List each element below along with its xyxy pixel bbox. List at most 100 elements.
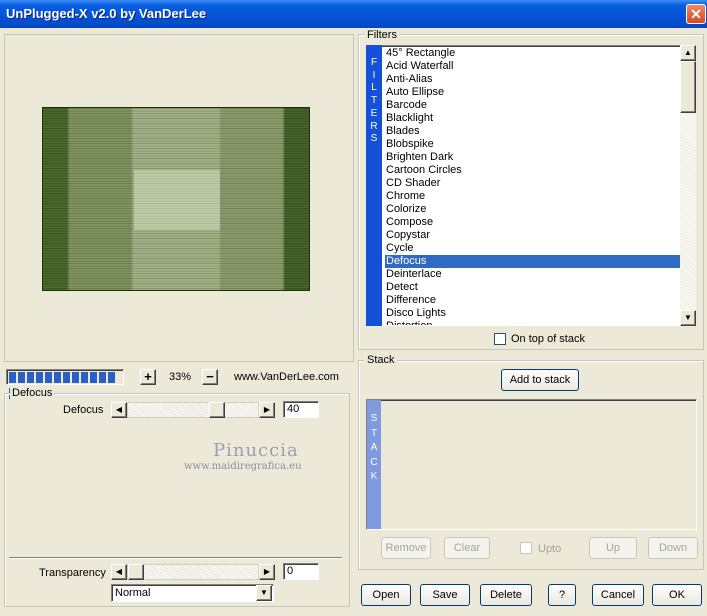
filter-item[interactable]: Difference (385, 294, 682, 307)
scroll-thumb[interactable] (680, 61, 696, 113)
progress-segment (54, 372, 61, 383)
close-button[interactable]: ✕ (686, 4, 706, 24)
filter-item[interactable]: Barcode (385, 99, 682, 112)
filters-strip: FILTERS (366, 45, 382, 326)
stack-group-title: Stack (365, 354, 397, 366)
filter-item[interactable]: Copystar (385, 229, 682, 242)
watermark-name: Pinuccia (213, 440, 299, 461)
filter-item[interactable]: Defocus (385, 255, 682, 268)
filters-strip-letter: R (370, 120, 378, 132)
progress-segment (9, 372, 16, 383)
filter-item[interactable]: Colorize (385, 203, 682, 216)
transparency-slider[interactable] (127, 564, 259, 580)
defocus-increase-button[interactable]: ▶ (259, 402, 275, 418)
divider (9, 557, 342, 559)
filter-item[interactable]: Deinterlace (385, 268, 682, 281)
scroll-down-button[interactable]: ▼ (680, 310, 696, 326)
arrow-up-icon: ▲ (684, 48, 692, 57)
filter-item[interactable]: Blades (385, 125, 682, 138)
defocus-group-title: Defocus (10, 387, 55, 399)
on-top-checkbox[interactable] (494, 333, 506, 345)
preview-image[interactable] (42, 107, 310, 291)
scroll-up-button[interactable]: ▲ (680, 45, 696, 61)
defocus-label: Defocus (63, 404, 104, 416)
progress-segment (99, 372, 106, 383)
down-button[interactable]: Down (648, 537, 698, 559)
progress-segment (90, 372, 97, 383)
filter-item[interactable]: Cycle (385, 242, 682, 255)
minus-icon: − (206, 369, 214, 384)
filters-strip-letter: S (370, 133, 378, 145)
zoom-level: 33% (168, 371, 192, 383)
filter-item[interactable]: Brighten Dark (385, 151, 682, 164)
filter-item[interactable]: Blacklight (385, 112, 682, 125)
close-icon: ✕ (690, 6, 702, 22)
filter-item[interactable]: 45° Rectangle (385, 47, 682, 60)
ok-button[interactable]: OK (652, 584, 702, 606)
filter-list[interactable]: 45° Rectangle Acid Waterfall Anti-Alias Aut… (366, 45, 696, 326)
progress-segment (36, 372, 43, 383)
blend-mode-select[interactable]: Normal ▼ (111, 584, 274, 602)
save-button[interactable]: Save (420, 584, 470, 606)
stack-strip-letter: S (370, 413, 378, 424)
defocus-slider[interactable] (127, 402, 259, 418)
on-top-label: On top of stack (511, 333, 585, 345)
filter-list-scrollbar[interactable]: ▲ ▼ (680, 45, 696, 326)
filter-item[interactable]: Acid Waterfall (385, 60, 682, 73)
arrow-left-icon: ◀ (115, 405, 123, 414)
stack-list[interactable] (366, 399, 697, 530)
upto-checkbox[interactable] (520, 542, 532, 554)
filters-strip-letter: F (370, 57, 378, 68)
progress-segment (108, 372, 115, 383)
open-button[interactable]: Open (361, 584, 411, 606)
progress-segment (72, 372, 79, 383)
filter-item[interactable]: Cartoon Circles (385, 164, 682, 177)
defocus-value-field[interactable]: 40 (283, 401, 319, 418)
filters-strip-letter: L (371, 82, 377, 94)
arrow-left-icon: ◀ (115, 567, 123, 576)
filter-item[interactable]: Distortion (385, 320, 682, 325)
progress-segment (45, 372, 52, 383)
filter-item[interactable]: Anti-Alias (385, 73, 682, 86)
transparency-value-field[interactable]: 0 (283, 563, 319, 580)
up-button[interactable]: Up (589, 537, 637, 559)
filter-item[interactable]: Disco Lights (385, 307, 682, 320)
chevron-down-icon[interactable]: ▼ (256, 585, 272, 601)
transparency-increase-button[interactable]: ▶ (259, 564, 275, 580)
delete-button[interactable]: Delete (480, 584, 532, 606)
progress-segment (81, 372, 88, 383)
transparency-decrease-button[interactable]: ◀ (111, 564, 127, 580)
filter-item[interactable]: Auto Ellipse (385, 86, 682, 99)
cancel-button[interactable]: Cancel (592, 584, 644, 606)
zoom-out-button[interactable]: − (202, 369, 218, 385)
filters-group-title: Filters (365, 29, 399, 41)
help-button[interactable]: ? (548, 584, 576, 606)
filter-item[interactable]: Compose (385, 216, 682, 229)
blend-mode-value: Normal (115, 587, 151, 599)
website-link[interactable]: www.VanDerLee.com (234, 370, 339, 384)
progress-bar (6, 369, 124, 399)
add-to-stack-button[interactable]: Add to stack (501, 369, 579, 391)
stack-strip-letter: K (370, 471, 378, 482)
arrow-right-icon: ▶ (263, 567, 271, 576)
stack-strip-letter: A (370, 442, 378, 453)
transparency-slider-thumb[interactable] (128, 564, 144, 580)
plus-icon: + (144, 369, 152, 384)
filters-strip-letter: I (372, 69, 376, 81)
filter-item[interactable]: CD Shader (385, 177, 682, 190)
stack-strip-letter: C (370, 456, 378, 468)
defocus-decrease-button[interactable]: ◀ (111, 402, 127, 418)
watermark-url: www.maidiregrafica.eu (184, 461, 302, 472)
defocus-slider-thumb[interactable] (209, 402, 225, 418)
progress-segment (18, 372, 25, 383)
filter-item[interactable]: Chrome (385, 190, 682, 203)
filter-item[interactable]: Blobspike (385, 138, 682, 151)
transparency-label: Transparency (39, 567, 106, 579)
upto-label: Upto (538, 543, 562, 555)
clear-button[interactable]: Clear (444, 537, 490, 559)
preview-highlight (134, 170, 220, 230)
filter-item[interactable]: Detect (385, 281, 682, 294)
zoom-in-button[interactable]: + (140, 369, 156, 385)
filters-strip-letter: T (370, 95, 378, 107)
remove-button[interactable]: Remove (381, 537, 431, 559)
